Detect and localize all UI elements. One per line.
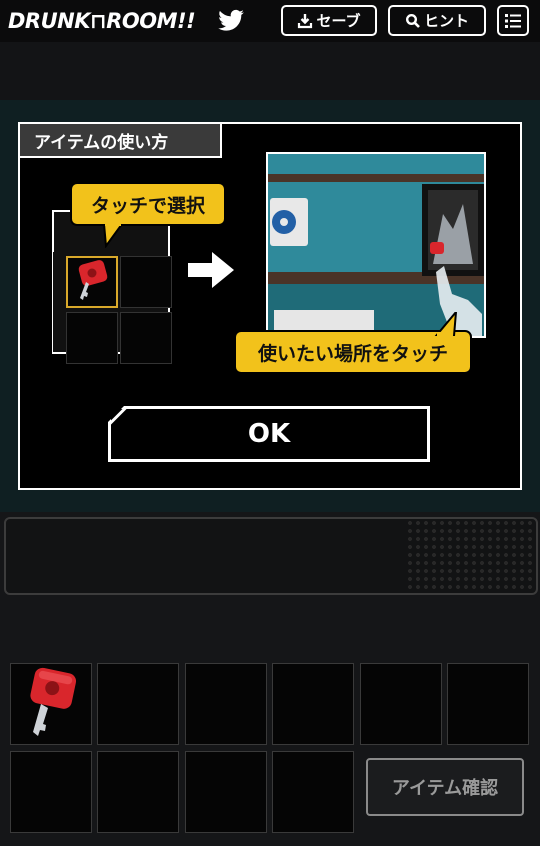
download-icon	[298, 13, 313, 28]
inventory-slot-5[interactable]	[360, 663, 442, 745]
demo-selected-slot	[66, 256, 118, 308]
ok-label: OK	[247, 419, 291, 449]
inventory-slot-10[interactable]	[272, 751, 354, 833]
select-callout: タッチで選択	[70, 182, 226, 248]
item-confirm-button[interactable]: アイテム確認	[366, 758, 524, 816]
save-label: セーブ	[316, 12, 361, 30]
select-callout-text: タッチで選択	[90, 194, 205, 217]
menu-button[interactable]	[497, 5, 529, 36]
inventory-slot-1[interactable]	[10, 663, 92, 745]
key-icon	[78, 260, 108, 300]
inventory-slot-8[interactable]	[97, 751, 179, 833]
hint-label: ヒント	[423, 12, 469, 30]
menu-icon	[505, 13, 521, 28]
message-box	[4, 517, 538, 595]
key-icon	[30, 667, 77, 736]
top-bar: DRUNK⊓ROOM!! セーブ ヒント	[0, 0, 540, 42]
inventory-slot-3[interactable]	[185, 663, 267, 745]
demo-slot	[120, 312, 172, 364]
ok-button[interactable]: OK	[108, 406, 430, 462]
callout-pointer	[434, 312, 458, 336]
item-confirm-label: アイテム確認	[391, 778, 499, 799]
inventory-slot-4[interactable]	[272, 663, 354, 745]
use-callout-text: 使いたい場所をタッチ	[257, 342, 448, 365]
save-button[interactable]: セーブ	[281, 5, 377, 36]
room-illustration	[268, 154, 484, 336]
dialog-title: アイテムの使い方	[20, 124, 222, 158]
callout-pointer	[102, 224, 124, 248]
demo-slot	[120, 256, 172, 308]
game-logo: DRUNK⊓ROOM!!	[8, 9, 196, 33]
inventory-slot-7[interactable]	[10, 751, 92, 833]
inventory-slot-2[interactable]	[97, 663, 179, 745]
use-callout: 使いたい場所をタッチ	[234, 312, 472, 374]
hint-button[interactable]: ヒント	[388, 5, 486, 36]
how-to-use-items-dialog: アイテムの使い方 タッチで選択 使いたい場所をタッチ OK	[18, 122, 522, 490]
demo-grid-left-edge	[53, 252, 61, 352]
inventory-slot-9[interactable]	[185, 751, 267, 833]
inventory-slot-6[interactable]	[447, 663, 529, 745]
scene-illustration	[266, 152, 486, 338]
demo-slot	[66, 312, 118, 364]
twitter-icon[interactable]	[214, 7, 248, 35]
search-icon	[405, 13, 420, 28]
right-arrow-icon	[188, 252, 234, 288]
halftone-pattern	[406, 519, 536, 593]
ok-button-corner	[108, 406, 128, 426]
